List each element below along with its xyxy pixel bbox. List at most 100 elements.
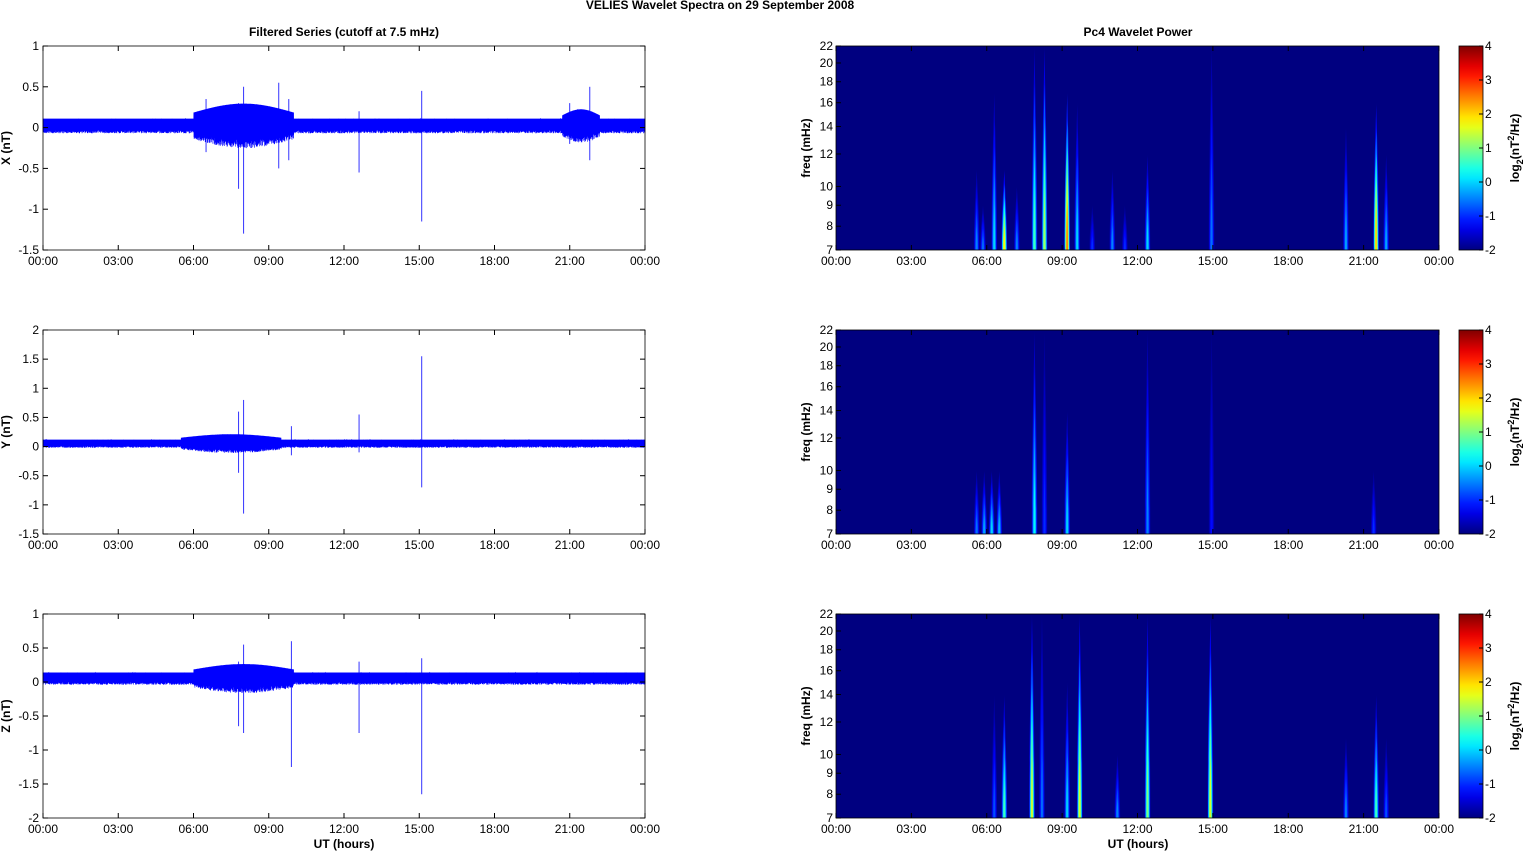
colorbar-label: log2(nT2/Hz)	[1506, 114, 1525, 183]
x-tick-label: 18:00	[1273, 538, 1303, 552]
y-tick-label: 1	[32, 39, 39, 53]
x-tick-label: 12:00	[329, 822, 359, 836]
y-tick-label: 20	[820, 56, 834, 70]
right-xlabel: UT (hours)	[1108, 837, 1169, 851]
colorbar-label-part: (nT	[1508, 708, 1522, 727]
y-tick-label: 10	[820, 747, 834, 761]
y-tick-label: -0.5	[18, 469, 39, 483]
y-axis-label: Z (nT)	[0, 699, 13, 732]
time-series-panel-x: 10.50-0.5-1-1.5X (nT)00:00 03:00 06:00 09:0…	[0, 39, 660, 268]
y-tick-label: 22	[820, 39, 834, 53]
colorbar-tick-label: 4	[1485, 607, 1492, 621]
x-tick-label: 12:00	[1122, 538, 1152, 552]
y-tick-label: 18	[820, 643, 834, 657]
colorbar-x: 4 3 2 1 0 -1 -2 log2(nT2/Hz)	[1458, 39, 1525, 257]
x-tick-label: 18:00	[1273, 822, 1303, 836]
panels: 1 0.5 0 -0.5 -1 -1.5 X (nT) 00:00 03:00 06:00 09:0…	[0, 39, 1525, 836]
colorbar-label-part: /Hz)	[1508, 398, 1522, 420]
x-tick-label: 06:00	[972, 254, 1002, 268]
colorbar-label: log2(nT2/Hz)	[1506, 398, 1525, 467]
x-tick-label: 09:00	[1047, 254, 1077, 268]
y-tick-label: 16	[820, 664, 834, 678]
x-tick-label: 12:00	[329, 538, 359, 552]
colorbar-label-part: (nT	[1508, 140, 1522, 159]
y-tick-label: 12	[820, 715, 834, 729]
x-tick-label: 21:00	[555, 254, 585, 268]
y-tick-label: 9	[826, 766, 833, 780]
spectrogram-panel-x: 78910121416182022freq (mHz)00:00 03:00 06:…	[799, 39, 1454, 268]
time-series-panel-y: 21.510.50-0.5-1-1.5Y (nT)00:00 03:00 06:00…	[0, 323, 660, 552]
y-tick-label: 0	[32, 121, 39, 135]
colorbar-label-part: log	[1508, 448, 1522, 466]
y-tick-label: 8	[826, 787, 833, 801]
y-axis-label: freq (mHz)	[799, 402, 813, 461]
x-tick-label: 00:00	[821, 538, 851, 552]
y-tick-label: 1.5	[22, 352, 39, 366]
x-tick-label: 21:00	[555, 822, 585, 836]
x-tick-label: 15:00	[404, 254, 434, 268]
colorbar-tick-label: 1	[1485, 425, 1492, 439]
colorbar-label-part: (nT	[1508, 424, 1522, 443]
spectrogram-panel-z: 78910121416182022freq (mHz)00:00 03:00 06:…	[799, 607, 1454, 836]
y-axis-label: freq (mHz)	[799, 118, 813, 177]
colorbar-tick-label: 0	[1485, 743, 1492, 757]
colorbar-tick-label: 2	[1485, 675, 1492, 689]
y-tick-label: 10	[820, 179, 834, 193]
x-tick-label: 21:00	[1349, 822, 1379, 836]
x-tick-label: 09:00	[1047, 538, 1077, 552]
x-tick-label: 06:00	[178, 822, 208, 836]
colorbar-tick-label: 3	[1485, 73, 1492, 87]
colorbar-tick-label: 3	[1485, 641, 1492, 655]
x-tick-label: 09:00	[254, 538, 284, 552]
x-tick-label: 18:00	[479, 822, 509, 836]
x-tick-label: 00:00	[1424, 538, 1454, 552]
colorbar-label-part: /Hz)	[1508, 682, 1522, 704]
x-tick-label: 06:00	[972, 822, 1002, 836]
x-tick-label: 03:00	[103, 822, 133, 836]
x-tick-label: 12:00	[1122, 822, 1152, 836]
colorbar-label-part: log	[1508, 164, 1522, 182]
x-tick-label: 21:00	[1349, 538, 1379, 552]
y-tick-label: 1	[32, 607, 39, 621]
colorbar-tick-label: 0	[1485, 459, 1492, 473]
y-tick-label: -1	[28, 202, 39, 216]
colorbar-tick-label: 1	[1485, 709, 1492, 723]
x-tick-label: 21:00	[555, 538, 585, 552]
right-title: Pc4 Wavelet Power	[1084, 25, 1193, 39]
y-tick-label: 8	[826, 503, 833, 517]
colorbar-tick-label: -1	[1485, 209, 1496, 223]
figure: VELIES Wavelet Spectra on 29 September 2…	[0, 0, 1525, 851]
colorbar-tick-label: -1	[1485, 493, 1496, 507]
colorbar-tick-label: 0	[1485, 175, 1492, 189]
colorbar-tick-label: -1	[1485, 777, 1496, 791]
spectrogram-panel-y: 78910121416182022freq (mHz)00:00 03:00 06:…	[799, 323, 1454, 552]
y-tick-label: 0.5	[22, 410, 39, 424]
y-tick-label: 12	[820, 431, 834, 445]
colorbar-tick-label: 2	[1485, 391, 1492, 405]
x-tick-label: 09:00	[1047, 822, 1077, 836]
colorbar-label-part: /Hz)	[1508, 114, 1522, 136]
x-tick-label: 18:00	[1273, 254, 1303, 268]
x-tick-label: 00:00	[630, 254, 660, 268]
x-tick-label: 15:00	[1198, 822, 1228, 836]
x-tick-label: 09:00	[254, 254, 284, 268]
y-tick-label: 18	[820, 359, 834, 373]
colorbar-tick-label: 3	[1485, 357, 1492, 371]
y-axis-label: freq (mHz)	[799, 686, 813, 745]
colorbar-label: log2(nT2/Hz)	[1506, 682, 1525, 751]
plot-area	[43, 614, 645, 818]
x-tick-label: 09:00	[254, 822, 284, 836]
x-tick-label: 03:00	[103, 254, 133, 268]
x-tick-label: 18:00	[479, 538, 509, 552]
y-tick-label: 0	[32, 440, 39, 454]
plot-area	[43, 330, 645, 534]
spectrogram-background	[836, 614, 1439, 818]
x-tick-label: 15:00	[1198, 538, 1228, 552]
y-tick-label: 9	[826, 482, 833, 496]
y-tick-label: -1.5	[18, 777, 39, 791]
colorbar-tick-label: -2	[1485, 811, 1496, 825]
figure-title: VELIES Wavelet Spectra on 29 September 2…	[586, 0, 855, 12]
colorbar-tick-label: 4	[1485, 323, 1492, 337]
x-tick-label: 15:00	[404, 538, 434, 552]
x-tick-label: 03:00	[896, 254, 926, 268]
